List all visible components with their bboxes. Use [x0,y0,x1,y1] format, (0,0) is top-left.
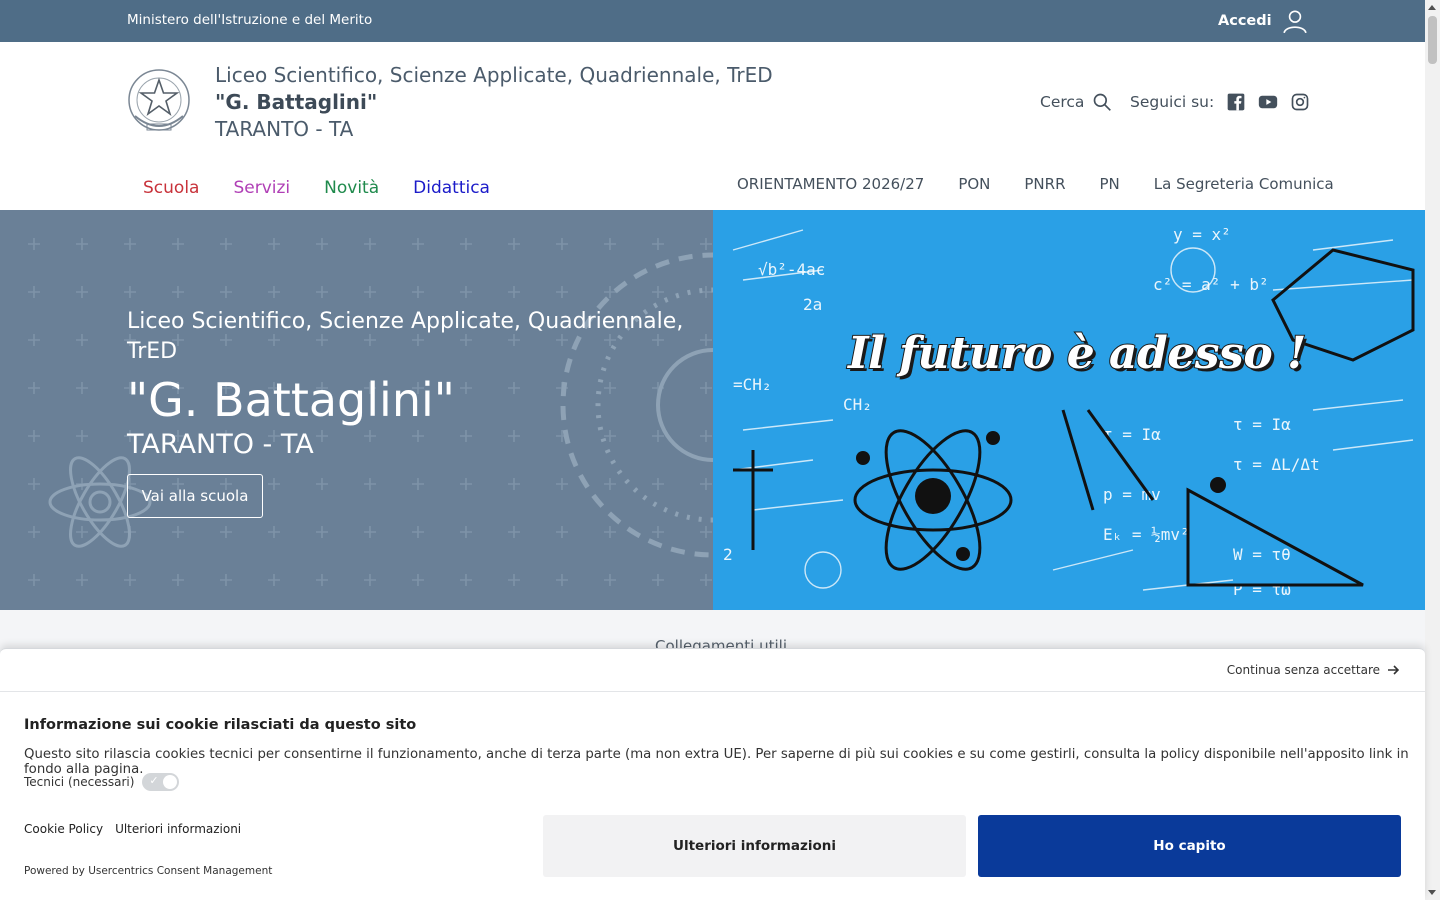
check-icon: ✓ [149,774,159,787]
search-icon [1094,93,1112,111]
follow-label: Seguici su: [1130,93,1215,111]
nav-pnrr[interactable]: PNRR [1024,175,1065,193]
svg-text:CH₂: CH₂ [843,395,872,414]
go-to-school-button[interactable]: Vai alla scuola [127,474,263,518]
svg-text:p = mv: p = mv [1103,485,1161,504]
svg-text:2a: 2a [803,295,822,314]
hero-panel: Liceo Scientifico, Scienze Applicate, Qu… [0,210,713,610]
search-button[interactable]: Cerca [1040,92,1112,112]
svg-text:y = x²: y = x² [1173,225,1231,244]
school-type: Liceo Scientifico, Scienze Applicate, Qu… [215,63,773,87]
site-header: Liceo Scientifico, Scienze Applicate, Qu… [0,42,1425,210]
school-city: TARANTO - TA [215,117,354,141]
technical-cookies-toggle[interactable]: ✓ [142,773,180,791]
user-icon [1282,10,1307,34]
scroll-up-arrow[interactable] [1428,5,1436,10]
cookie-links: Cookie Policy Ulteriori informazioni [24,822,241,836]
svg-text:2: 2 [723,545,733,564]
cookie-title: Informazione sui cookie rilasciati da qu… [24,717,417,733]
accept-button[interactable]: Ho capito [978,815,1401,877]
svg-text:Eₖ = ½mv²: Eₖ = ½mv² [1103,525,1190,544]
main-navigation: Scuola Servizi Novità Didattica [143,178,490,198]
top-bar: Ministero dell'Istruzione e del Merito A… [0,0,1425,42]
search-label: Cerca [1040,93,1085,111]
ministry-link[interactable]: Ministero dell'Istruzione e del Merito [127,12,372,28]
continue-without-accepting-link[interactable]: Continua senza accettare [1227,663,1399,677]
hero-image[interactable]: √b²-4ac 2a y = x² c² = a² + b² τ = Iα p … [713,210,1425,610]
powered-by[interactable]: Powered by Usercentrics Consent Manageme… [24,865,272,877]
science-doodle-illustration: √b²-4ac 2a y = x² c² = a² + b² τ = Iα p … [723,225,1415,599]
login-label: Accedi [1218,13,1272,29]
cookie-description: Questo sito rilascia cookies tecnici per… [24,747,1409,777]
arrow-right-icon [1388,665,1399,675]
svg-text:=CH₂: =CH₂ [733,375,772,394]
more-info-button[interactable]: Ulteriori informazioni [543,815,966,877]
svg-text:c² = a² + b²: c² = a² + b² [1153,275,1269,294]
nav-pn[interactable]: PN [1100,175,1120,193]
hero-school-name: "G. Battaglini" [127,373,455,427]
school-name: "G. Battaglini" [215,90,378,114]
nav-orientamento[interactable]: ORIENTAMENTO 2026/27 [737,175,924,193]
hero-section: Liceo Scientifico, Scienze Applicate, Qu… [0,210,1425,610]
school-brand[interactable]: Liceo Scientifico, Scienze Applicate, Qu… [215,62,773,143]
nav-segreteria[interactable]: La Segreteria Comunica [1154,175,1334,193]
republic-emblem-icon[interactable] [127,66,191,138]
cookie-banner: Continua senza accettare Informazione su… [0,648,1425,900]
nav-scuola[interactable]: Scuola [143,178,199,198]
login-button[interactable]: Accedi [1218,8,1308,34]
more-info-link[interactable]: Ulteriori informazioni [115,822,241,836]
social-links: Seguici su: [1130,92,1310,112]
scroll-down-arrow[interactable] [1428,890,1436,895]
svg-text:τ = ΔL/Δt: τ = ΔL/Δt [1233,455,1320,474]
continue-label: Continua senza accettare [1226,663,1380,677]
hero-school-city: TARANTO - TA [127,429,314,460]
nav-novita[interactable]: Novità [324,178,379,198]
toggle-label: Tecnici (necessari) [24,775,135,789]
banner-divider [0,691,1425,692]
youtube-icon[interactable] [1258,92,1278,112]
svg-text:W = τθ: W = τθ [1233,545,1291,564]
secondary-navigation: ORIENTAMENTO 2026/27 PON PNRR PN La Segr… [737,175,1334,193]
facebook-icon[interactable] [1226,92,1246,112]
nav-servizi[interactable]: Servizi [233,178,290,198]
technical-cookies-row: Tecnici (necessari) ✓ [24,773,180,791]
nav-didattica[interactable]: Didattica [413,178,490,198]
cookie-policy-link[interactable]: Cookie Policy [24,822,103,836]
hero-text: Liceo Scientifico, Scienze Applicate, Qu… [127,307,713,461]
nav-pon[interactable]: PON [958,175,990,193]
svg-text:τ = Iα: τ = Iα [1233,415,1291,434]
page-scrollbar[interactable] [1425,0,1440,900]
instagram-icon[interactable] [1290,92,1310,112]
svg-text:P = τω: P = τω [1233,580,1291,599]
hero-slogan: Il futuro è adesso ! [847,327,1307,380]
svg-text:√b²-4ac: √b²-4ac [758,260,825,279]
hero-school-type: Liceo Scientifico, Scienze Applicate, Qu… [127,309,684,364]
scroll-thumb[interactable] [1428,16,1437,64]
